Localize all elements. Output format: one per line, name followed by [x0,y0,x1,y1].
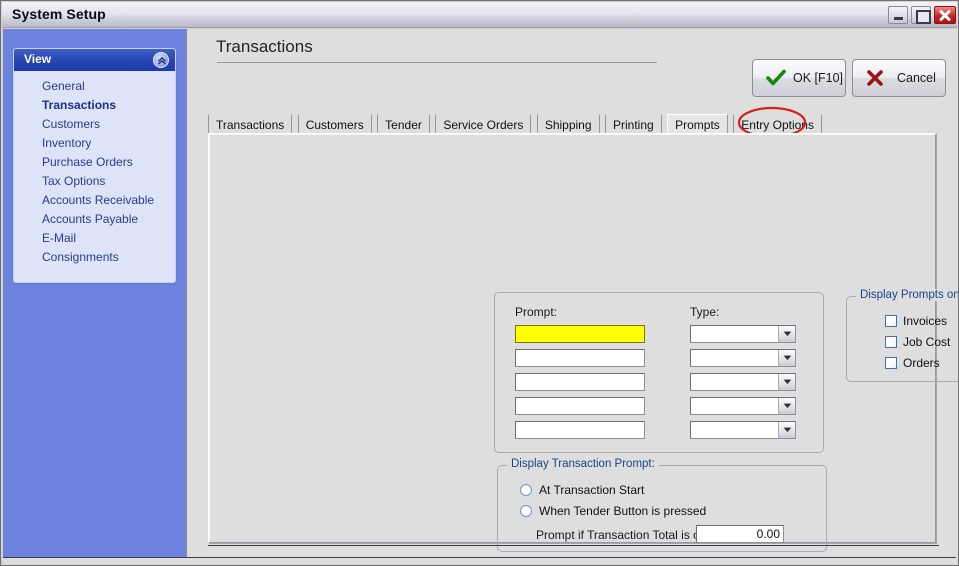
page-title: Transactions [216,37,313,56]
content-area: Transactions OK [F10] Cancel Transaction… [188,29,958,564]
sidebar-item-accounts-payable[interactable]: Accounts Payable [14,209,175,228]
sidebar-item-transactions[interactable]: Transactions [14,95,175,114]
type-select-4[interactable] [690,397,796,415]
tab-page-prompts: Prompt: Type: Display Prompts on: Invoic… [208,133,958,552]
tab-service-orders[interactable]: Service Orders [435,114,532,134]
display-prompts-on-group: Display Prompts on: Invoices Job Cost Or… [846,289,958,382]
checkbox-job-cost[interactable]: Job Cost [885,335,950,349]
type-column-label: Type: [690,305,720,319]
transaction-total-input[interactable] [696,525,784,543]
radio-when-tender-pressed-label: When Tender Button is pressed [539,504,707,518]
sidebar-item-customers[interactable]: Customers [14,114,175,133]
tab-prompts[interactable]: Prompts [667,114,728,134]
radio-circle-icon[interactable] [520,505,532,517]
checkbox-orders[interactable]: Orders [885,356,940,370]
checkbox-box-icon[interactable] [885,336,897,348]
view-nav-panel: View General Transactions Customers Inve… [13,48,176,283]
window-bottom-strip [3,558,956,564]
tab-printing[interactable]: Printing [604,114,662,134]
radio-circle-icon[interactable] [520,484,532,496]
radio-at-transaction-start[interactable]: At Transaction Start [520,483,644,497]
checkbox-invoices-label: Invoices [903,314,948,328]
radio-at-transaction-start-label: At Transaction Start [539,483,645,497]
sidebar-item-purchase-orders[interactable]: Purchase Orders [14,152,175,171]
view-nav-header: View [14,49,175,71]
tab-transactions[interactable]: Transactions [208,114,293,134]
ok-button[interactable]: OK [F10] [752,59,846,97]
checkbox-box-icon[interactable] [885,315,897,327]
chevron-down-icon[interactable] [778,326,795,342]
sidebar-item-general[interactable]: General [14,76,175,95]
prompt-column-label: Prompt: [515,305,558,319]
window-title: System Setup [12,6,106,22]
sidebar: View General Transactions Customers Inve… [3,29,187,564]
view-nav-list: General Transactions Customers Inventory… [14,71,175,266]
tab-entry-options[interactable]: Entry Options [733,114,822,134]
prompt-input-1[interactable] [515,325,645,343]
close-icon[interactable] [934,6,956,24]
chevron-down-icon[interactable] [778,374,795,390]
chevron-up-circle-icon[interactable] [153,52,169,68]
tab-customers[interactable]: Customers [297,114,372,134]
chevron-down-icon[interactable] [778,350,795,366]
tab-strip: Transactions Customers Tender Service Or… [208,114,823,134]
green-check-icon [766,69,786,92]
display-transaction-prompt-group: Display Transaction Prompt: At Transacti… [497,458,827,552]
chevron-down-icon[interactable] [778,422,795,438]
prompt-input-5[interactable] [515,421,645,439]
sidebar-item-accounts-receivable[interactable]: Accounts Receivable [14,190,175,209]
display-transaction-prompt-legend: Display Transaction Prompt: [507,458,659,470]
window-titlebar: System Setup [2,2,957,28]
sidebar-item-tax-options[interactable]: Tax Options [14,171,175,190]
radio-when-tender-pressed[interactable]: When Tender Button is pressed [520,504,706,518]
checkbox-orders-label: Orders [903,356,940,370]
tab-tender[interactable]: Tender [377,114,430,134]
prompt-input-2[interactable] [515,349,645,367]
checkbox-invoices[interactable]: Invoices [885,314,947,328]
view-nav-title: View [24,52,52,66]
checkbox-job-cost-label: Job Cost [903,335,951,349]
transaction-total-label: Prompt if Transaction Total is over: [536,528,720,542]
cancel-button-label: Cancel [897,71,936,85]
display-prompts-on-legend: Display Prompts on: [856,289,958,301]
prompt-input-3[interactable] [515,373,645,391]
sidebar-item-email[interactable]: E-Mail [14,228,175,247]
prompt-input-4[interactable] [515,397,645,415]
title-divider [217,62,657,63]
tab-shipping[interactable]: Shipping [536,114,600,134]
sidebar-item-inventory[interactable]: Inventory [14,133,175,152]
sidebar-item-consignments[interactable]: Consignments [14,247,175,266]
ok-button-label: OK [F10] [793,71,844,85]
type-select-5[interactable] [690,421,796,439]
maximize-button[interactable] [911,6,931,24]
type-select-3[interactable] [690,373,796,391]
type-select-2[interactable] [690,349,796,367]
prompt-type-group: Prompt: Type: [494,292,824,453]
checkbox-box-icon[interactable] [885,357,897,369]
bottom-divider-inner [208,545,939,546]
cancel-button[interactable]: Cancel [852,59,946,97]
type-select-1[interactable] [690,325,796,343]
chevron-down-icon[interactable] [778,398,795,414]
system-setup-window: System Setup View General Transactions C… [0,0,959,566]
red-x-icon [866,69,884,92]
minimize-button[interactable] [888,6,908,24]
